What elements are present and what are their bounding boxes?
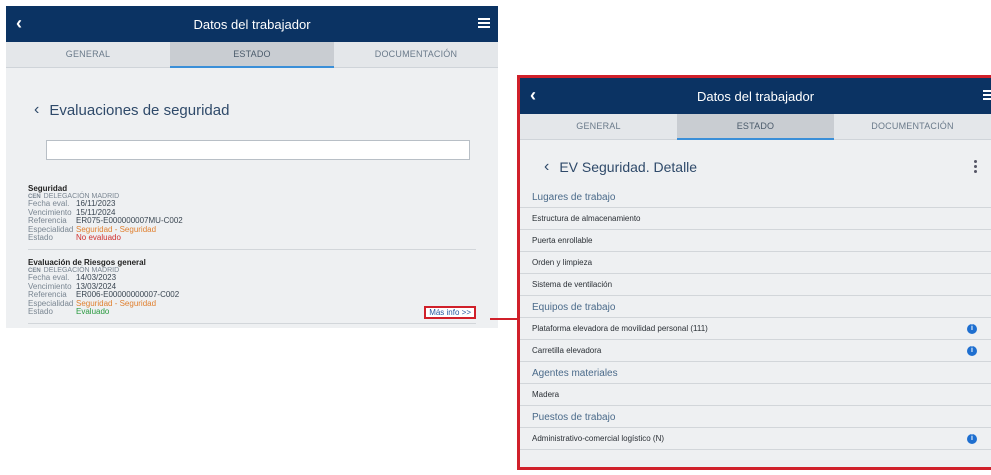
highlight-connector: [490, 318, 517, 320]
back-arrow-icon[interactable]: ‹: [16, 14, 22, 32]
app-title: Datos del trabajador: [696, 88, 815, 104]
right-screen: ‹ Datos del trabajador GENERAL ESTADO DO…: [517, 75, 991, 470]
card-row: Estado Evaluado: [28, 308, 476, 317]
item-label: Administrativo-comercial logístico (N): [532, 434, 665, 443]
item-label: Orden y limpieza: [532, 258, 593, 267]
evaluation-list: Seguridad CEN DELEGACIÓN MADRID Fecha eva…: [6, 176, 498, 324]
group-header: Agentes materiales: [520, 362, 991, 384]
tab-documentacion[interactable]: DOCUMENTACIÓN: [834, 114, 991, 139]
status-value: Evaluado: [76, 307, 110, 317]
tab-bar: GENERAL ESTADO DOCUMENTACIÓN: [6, 42, 498, 68]
chevron-left-icon[interactable]: ‹: [544, 158, 549, 176]
back-arrow-icon[interactable]: ‹: [530, 86, 536, 104]
group-header: Equipos de trabajo: [520, 296, 991, 318]
tab-estado[interactable]: ESTADO: [170, 42, 334, 68]
item-label: Estructura de almacenamiento: [532, 214, 641, 223]
info-icon[interactable]: i: [967, 434, 977, 444]
tab-general[interactable]: GENERAL: [6, 42, 170, 67]
list-item[interactable]: Plataforma elevadora de movilidad person…: [520, 318, 991, 340]
page-title: EV Seguridad. Detalle: [559, 159, 698, 175]
evaluation-card[interactable]: Seguridad CEN DELEGACIÓN MADRID Fecha eva…: [28, 176, 476, 250]
info-icon[interactable]: i: [967, 324, 977, 334]
group-header: Lugares de trabajo: [520, 186, 991, 208]
status-value: No evaluado: [76, 233, 121, 243]
item-label: Madera: [532, 390, 560, 399]
tab-estado[interactable]: ESTADO: [677, 114, 834, 140]
row-label: Estado: [28, 233, 53, 243]
list-item[interactable]: Orden y limpieza: [520, 252, 991, 274]
card-title: Evaluación de Riesgos general: [28, 257, 146, 267]
row-label: Estado: [28, 307, 53, 317]
more-options-icon[interactable]: [974, 160, 977, 173]
search-input[interactable]: [46, 140, 470, 160]
item-label: Carretilla elevadora: [532, 346, 602, 355]
hamburger-menu-icon[interactable]: [478, 18, 490, 28]
left-screen: ‹ Datos del trabajador GENERAL ESTADO DO…: [6, 6, 498, 328]
item-label: Puerta enrollable: [532, 236, 593, 245]
item-label: Sistema de ventilación: [532, 280, 613, 289]
evaluation-card[interactable]: Evaluación de Riesgos general CEN DELEGAC…: [28, 250, 476, 324]
more-info-link[interactable]: Más info >>: [424, 305, 476, 319]
card-title: Seguridad: [28, 184, 68, 193]
app-title: Datos del trabajador: [193, 16, 311, 32]
tab-documentacion[interactable]: DOCUMENTACIÓN: [334, 42, 498, 67]
card-row: Estado No evaluado: [28, 234, 476, 243]
group-header: Puestos de trabajo: [520, 406, 991, 428]
list-item[interactable]: Puerta enrollable: [520, 230, 991, 252]
section-header: ‹ Evaluaciones de seguridad: [6, 68, 498, 130]
list-item[interactable]: Carretilla elevadora i: [520, 340, 991, 362]
hamburger-menu-icon[interactable]: [983, 90, 991, 100]
list-item[interactable]: Estructura de almacenamiento: [520, 208, 991, 230]
list-item[interactable]: Administrativo-comercial logístico (N) i: [520, 428, 991, 450]
list-item[interactable]: Sistema de ventilación: [520, 274, 991, 296]
app-bar: ‹ Datos del trabajador: [6, 6, 498, 42]
info-icon[interactable]: i: [967, 346, 977, 356]
tab-bar: GENERAL ESTADO DOCUMENTACIÓN: [520, 114, 991, 140]
section-header: ‹ EV Seguridad. Detalle: [520, 148, 991, 186]
app-bar: ‹ Datos del trabajador: [520, 78, 991, 114]
tab-general[interactable]: GENERAL: [520, 114, 677, 139]
item-label: Plataforma elevadora de movilidad person…: [532, 324, 708, 333]
chevron-left-icon[interactable]: ‹: [34, 101, 39, 119]
list-item[interactable]: Madera: [520, 384, 991, 406]
page-title: Evaluaciones de seguridad: [49, 101, 230, 119]
